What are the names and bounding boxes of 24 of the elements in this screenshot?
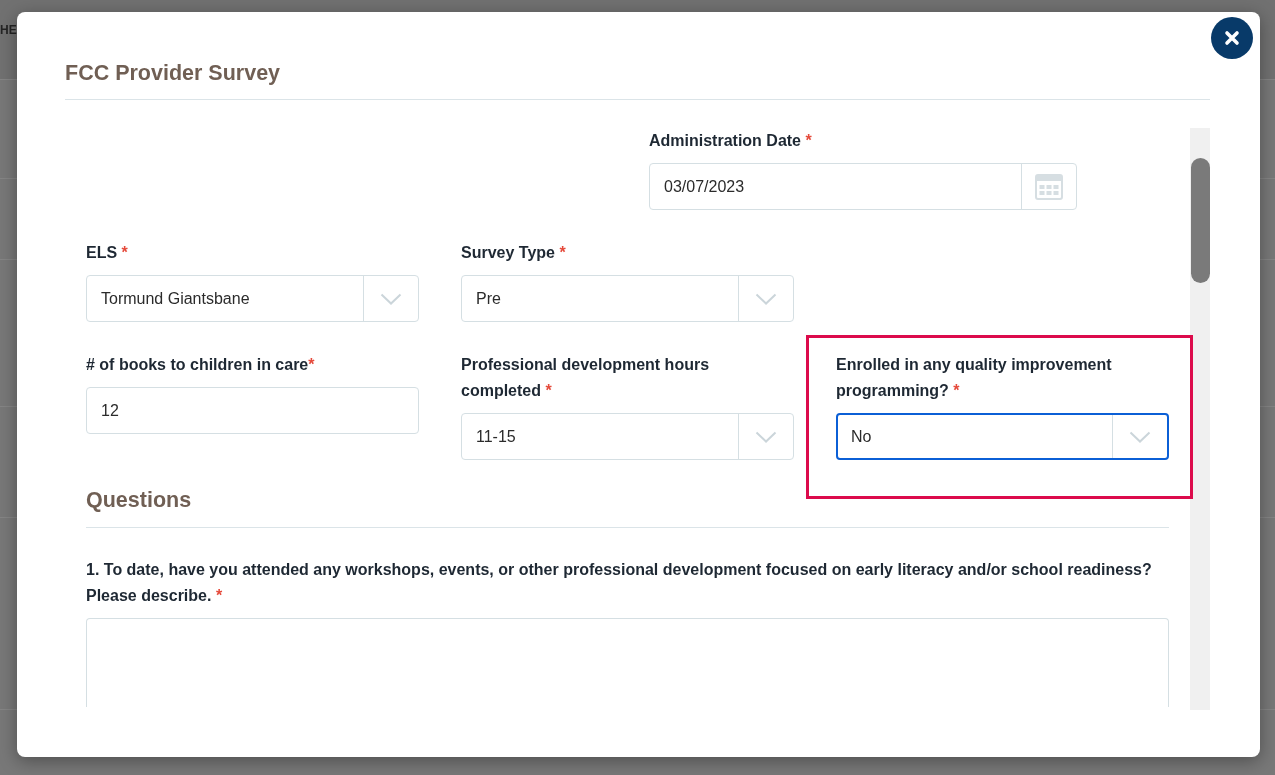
field-label: ELS * — [86, 243, 129, 263]
chevron-down-icon — [755, 430, 777, 443]
dialog-title: FCC Provider Survey — [65, 60, 282, 87]
chevron-down-icon — [755, 292, 777, 305]
background-heading: HE — [0, 22, 17, 38]
field-label: Administration Date * — [649, 131, 813, 151]
field-label: Professional development hours completed * — [461, 355, 711, 401]
field-label: # of books to children in care* — [86, 355, 316, 375]
dropdown-field[interactable]: Tormund Giantsbane — [86, 275, 419, 322]
dropdown-field[interactable]: No — [836, 413, 1169, 460]
section-heading: Questions — [86, 485, 1169, 528]
calendar-icon — [1035, 173, 1063, 200]
field-label: Enrolled in any quality improvement programming? * — [836, 355, 1113, 401]
question-text: 1. To date, have you attended any workshops, events, or other professional development focused on early literacy and/or school readiness? Please describe. * — [86, 560, 1153, 606]
dropdown-field[interactable]: 11-15 — [461, 413, 794, 460]
text-field[interactable]: 12 — [86, 387, 419, 434]
date-field[interactable]: 03/07/2023 — [649, 163, 1077, 210]
chevron-down-icon — [1129, 430, 1151, 443]
field-label: Survey Type * — [461, 243, 567, 263]
chevron-down-icon — [380, 292, 402, 305]
close-icon — [1224, 30, 1240, 46]
dropdown-field[interactable]: Pre — [461, 275, 794, 322]
close-button[interactable] — [1211, 17, 1253, 59]
scrollbar-thumb[interactable] — [1191, 158, 1210, 283]
